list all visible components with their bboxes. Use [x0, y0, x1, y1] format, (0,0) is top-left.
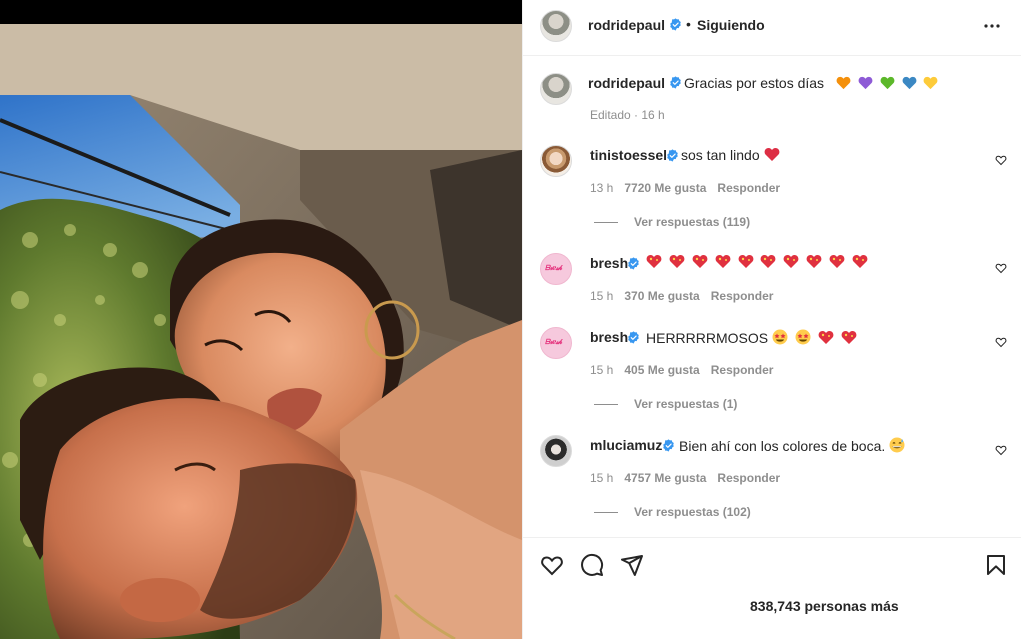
more-options-icon[interactable]: [980, 14, 1004, 38]
verified-badge-icon: [628, 257, 639, 270]
heart-with-stars-icon: [761, 255, 776, 268]
verified-badge-icon: [667, 149, 678, 162]
reply-button[interactable]: Responder: [711, 289, 774, 303]
comment-username[interactable]: mluciamuz: [590, 437, 662, 453]
comment-meta: 15 h 370 Me gusta Responder: [590, 289, 773, 303]
view-replies-line: [594, 512, 618, 514]
grinning-sweat-icon: [889, 437, 905, 453]
comment-bubble-icon[interactable]: [580, 553, 604, 577]
heart-with-stars-icon: [783, 255, 799, 268]
view-replies-label: Ver respuestas (102): [634, 505, 751, 519]
comment-avatar[interactable]: [540, 145, 572, 177]
author-avatar[interactable]: [540, 10, 572, 42]
comment-likes[interactable]: 405 Me gusta: [624, 363, 699, 377]
comment-text: [646, 254, 871, 270]
post-header: rodridepaul • Siguiendo: [523, 0, 1021, 56]
red-heart-icon: [764, 148, 779, 161]
verified-badge-icon: [670, 76, 681, 89]
view-replies-button[interactable]: Ver respuestas (1): [594, 397, 737, 411]
bresh-logo: ᗷ𝓇ℯ𝓈𝒽: [545, 265, 562, 272]
blue-heart-icon: [902, 76, 916, 90]
comment-text: sos tan lindo: [681, 147, 783, 163]
comment-time: 15 h: [590, 289, 614, 303]
heart-with-stars-icon: [738, 255, 753, 268]
reply-button[interactable]: Responder: [717, 471, 780, 485]
heart-with-stars-icon: [852, 255, 868, 268]
post-side-panel: rodridepaul • Siguiendo rodridepaul Grac…: [522, 0, 1021, 639]
author-username[interactable]: rodridepaul: [588, 17, 665, 33]
view-replies-label: Ver respuestas (1): [634, 397, 738, 411]
comment-avatar[interactable]: ᗷ𝓇ℯ𝓈𝒽: [540, 253, 572, 285]
heart-with-stars-icon: [841, 331, 857, 344]
view-replies-button[interactable]: Ver respuestas (119): [594, 215, 750, 229]
heart-with-stars-icon: [818, 331, 834, 344]
heart-with-stars-icon: [829, 255, 845, 268]
post-photo[interactable]: [0, 0, 522, 639]
view-replies-line: [594, 404, 618, 406]
post-photo-image: [0, 0, 522, 639]
comment-likes[interactable]: 4757 Me gusta: [624, 471, 706, 485]
like-comment-heart-icon[interactable]: [995, 336, 1007, 348]
heart-with-stars-icon: [692, 255, 708, 268]
comment-meta: 15 h 4757 Me gusta Responder: [590, 471, 780, 485]
comment-username[interactable]: bresh: [590, 329, 628, 345]
like-comment-heart-icon[interactable]: [995, 262, 1007, 274]
comment-likes[interactable]: 370 Me gusta: [624, 289, 699, 303]
star-struck-icon: [795, 329, 811, 345]
verified-badge-icon: [670, 18, 681, 31]
comment-body: sos tan lindo: [681, 147, 760, 163]
post-actions-bar: 838,743 personas más: [523, 537, 1021, 639]
comment-avatar[interactable]: [540, 435, 572, 467]
view-replies-line: [594, 222, 618, 224]
like-comment-heart-icon[interactable]: [995, 444, 1007, 456]
caption-avatar[interactable]: [540, 73, 572, 105]
comment-time: 15 h: [590, 471, 614, 485]
like-comment-heart-icon[interactable]: [995, 154, 1007, 166]
purple-heart-icon: [858, 76, 873, 90]
header-separator: •: [686, 16, 691, 32]
heart-with-stars-icon: [806, 255, 822, 268]
caption-username[interactable]: rodridepaul: [588, 75, 665, 91]
share-send-icon[interactable]: [620, 553, 644, 577]
heart-with-stars-icon: [715, 255, 731, 268]
heart-with-stars-icon: [669, 255, 685, 268]
comment-likes[interactable]: 7720 Me gusta: [624, 181, 706, 195]
comment-body: Bien ahí con los colores de boca.: [679, 438, 886, 454]
view-replies-label: Ver respuestas (119): [634, 215, 751, 229]
caption-body: Gracias por estos días: [684, 75, 825, 91]
comment-avatar[interactable]: ᗷ𝓇ℯ𝓈𝒽: [540, 327, 572, 359]
save-bookmark-icon[interactable]: [984, 553, 1008, 577]
comment-time: 15 h: [590, 363, 614, 377]
like-heart-icon[interactable]: [540, 553, 564, 577]
reply-button[interactable]: Responder: [711, 363, 774, 377]
comment-text: Bien ahí con los colores de boca.: [679, 437, 908, 454]
caption-text: Gracias por estos días: [684, 75, 941, 91]
heart-with-stars-icon: [646, 255, 662, 268]
following-button[interactable]: Siguiendo: [697, 17, 765, 33]
verified-badge-icon: [663, 439, 674, 452]
comment-meta: 15 h 405 Me gusta Responder: [590, 363, 773, 377]
comment-time: 13 h: [590, 181, 614, 195]
comment-username[interactable]: tinistoessel: [590, 147, 667, 163]
green-heart-icon: [880, 76, 895, 90]
comment-username[interactable]: bresh: [590, 255, 628, 271]
verified-badge-icon: [628, 331, 639, 344]
reply-button[interactable]: Responder: [717, 181, 780, 195]
view-replies-button[interactable]: Ver respuestas (102): [594, 505, 751, 519]
comment-body: HERRRRRMOSOS: [646, 330, 769, 346]
bresh-logo: ᗷ𝓇ℯ𝓈𝒽: [545, 339, 562, 346]
likes-count[interactable]: 838,743 personas más: [750, 598, 899, 614]
yellow-heart-icon: [924, 76, 938, 90]
comment-meta: 13 h 7720 Me gusta Responder: [590, 181, 780, 195]
orange-heart-icon: [836, 76, 851, 90]
caption-edited-time: Editado · 16 h: [590, 108, 665, 122]
comment-text: HERRRRRMOSOS: [646, 329, 860, 346]
star-struck-icon: [772, 329, 788, 345]
